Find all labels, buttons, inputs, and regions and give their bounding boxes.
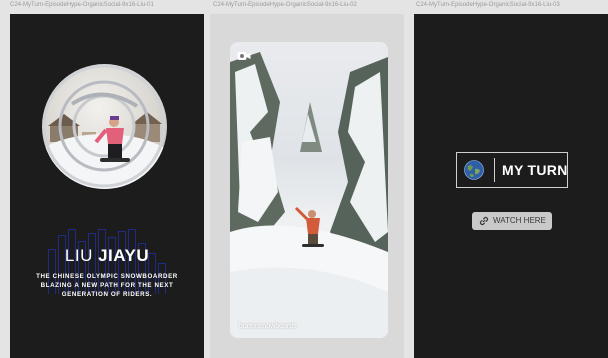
account-handle[interactable]: burtonsnowboards: [239, 323, 297, 330]
my-turn-title: MY TURN: [502, 162, 568, 178]
frame-label-3[interactable]: C24-MyTurn-EpisodeHype-OrganicSocial-9x1…: [416, 2, 560, 12]
frame-label-2[interactable]: C24-MyTurn-EpisodeHype-OrganicSocial-9x1…: [213, 2, 357, 12]
watch-here-label: WATCH HERE: [493, 216, 546, 225]
frame-1-athlete-intro[interactable]: LIU JIAYU THE CHINESE OLYMPIC SNOWBOARDE…: [10, 14, 204, 358]
my-turn-logo-box: MY TURN: [456, 152, 568, 188]
snowboarder-photo: [42, 64, 167, 189]
athlete-tagline: THE CHINESE OLYMPIC SNOWBOARDER BLAZING …: [36, 273, 178, 298]
frame-2-story-video[interactable]: burtonsnowboards: [210, 14, 404, 358]
athlete-name: LIU JIAYU: [10, 246, 204, 266]
athlete-first-name: LIU: [64, 246, 93, 265]
globe-icon: [464, 160, 484, 180]
athlete-circle-photo: [42, 64, 167, 189]
story-video-card[interactable]: burtonsnowboards: [230, 42, 388, 338]
watch-here-button[interactable]: WATCH HERE: [472, 212, 552, 230]
logo-divider: [494, 158, 495, 182]
frame-3-end-card[interactable]: MY TURN WATCH HERE: [414, 14, 608, 358]
snowy-forest-photo: [230, 52, 388, 338]
link-icon: [479, 216, 489, 226]
video-camera-icon: [237, 52, 251, 60]
frame-label-1[interactable]: C24-MyTurn-EpisodeHype-OrganicSocial-9x1…: [10, 2, 154, 12]
athlete-last-name: JIAYU: [98, 246, 150, 265]
